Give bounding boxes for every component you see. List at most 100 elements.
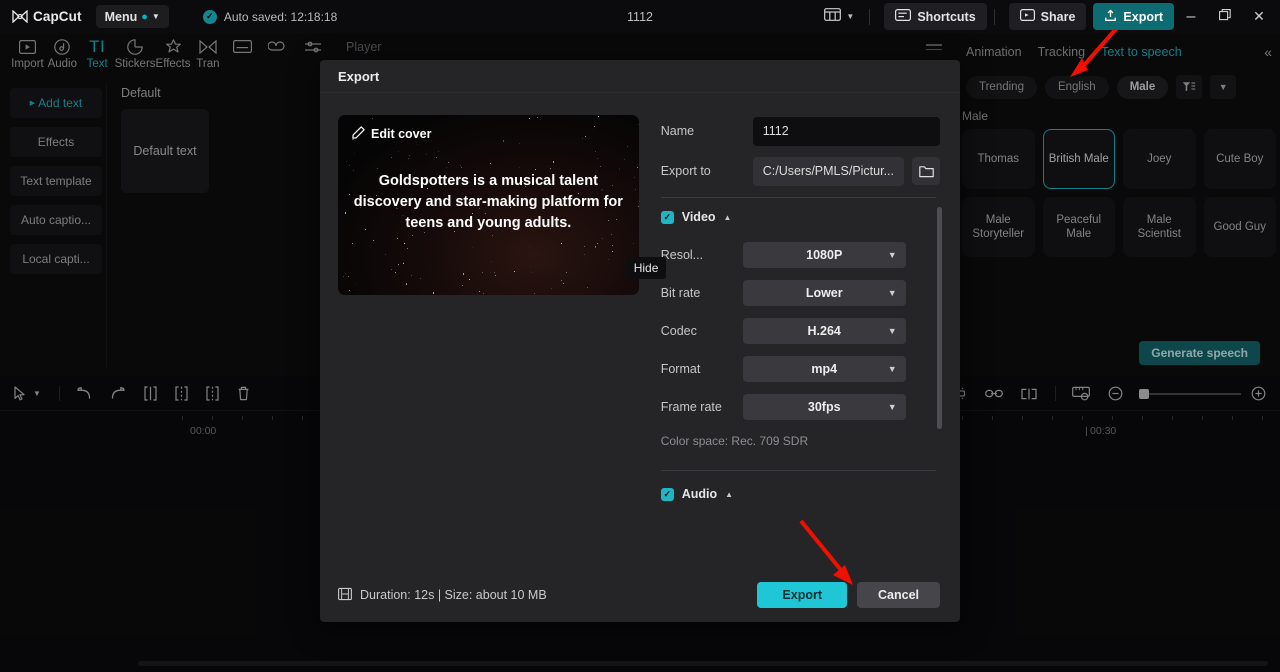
crop-split-icon[interactable]: [1021, 388, 1037, 400]
tab-audio[interactable]: Audio: [45, 33, 80, 70]
player-menu-icon[interactable]: [926, 44, 942, 50]
codec-select[interactable]: H.264 ▼: [743, 318, 906, 344]
export-dialog-title: Export: [320, 60, 960, 93]
export-form: Name 1112 Export to C:/Users/PMLS/Pictur…: [639, 115, 940, 513]
codec-value: H.264: [808, 324, 841, 338]
chevron-down-icon: ▼: [888, 364, 897, 374]
export-to-row: Export to C:/Users/PMLS/Pictur...: [661, 155, 940, 187]
hide-tooltip: Hide: [626, 257, 667, 279]
zoom-out-icon[interactable]: [1108, 386, 1123, 401]
dialog-cancel-button[interactable]: Cancel: [857, 582, 940, 608]
sidebar-item-local-captions[interactable]: Local capti...: [10, 244, 102, 274]
filters-icon: [268, 37, 287, 56]
export-button[interactable]: Export: [1093, 3, 1174, 30]
voice-card-british-male[interactable]: British Male: [1043, 129, 1116, 189]
minimize-button[interactable]: –: [1174, 0, 1208, 33]
voice-card-male-scientist[interactable]: Male Scientist: [1123, 197, 1196, 257]
timeline-horizontal-scrollbar[interactable]: [138, 661, 1268, 666]
close-button[interactable]: ✕: [1242, 0, 1276, 33]
tab-filters[interactable]: [260, 33, 295, 58]
export-path-input[interactable]: C:/Users/PMLS/Pictur...: [753, 157, 904, 186]
tab-animation[interactable]: Animation: [966, 45, 1022, 59]
delete-icon[interactable]: [237, 386, 250, 401]
voice-card-peaceful-male[interactable]: Peaceful Male: [1043, 197, 1116, 257]
voice-card-good-guy[interactable]: Good Guy: [1204, 197, 1277, 257]
shortcuts-button[interactable]: Shortcuts: [884, 3, 986, 30]
tab-captions[interactable]: [225, 33, 260, 58]
capcut-logo: CapCut: [12, 9, 82, 24]
tab-adjust[interactable]: [295, 33, 330, 58]
capcut-brand-text: CapCut: [33, 9, 82, 24]
sidebar-item-text-template[interactable]: Text template: [10, 166, 102, 196]
name-row: Name 1112: [661, 115, 940, 147]
chevron-down-icon[interactable]: ▼: [1210, 75, 1236, 99]
subnav-label: Auto captio...: [21, 213, 91, 227]
default-text-card[interactable]: Default text: [121, 109, 209, 193]
voice-card-cute-boy[interactable]: Cute Boy: [1204, 129, 1277, 189]
split-icon[interactable]: [144, 386, 157, 401]
chevron-down-icon[interactable]: ▼: [33, 389, 41, 398]
browse-folder-button[interactable]: [912, 157, 940, 185]
chip-male[interactable]: Male: [1117, 76, 1169, 99]
dialog-export-button[interactable]: Export: [757, 582, 847, 608]
framerate-select[interactable]: 30fps ▼: [743, 394, 906, 420]
music-note-icon: [54, 37, 70, 56]
layout-button[interactable]: ▼: [816, 4, 862, 30]
tab-stickers[interactable]: Stickers: [115, 33, 156, 70]
export-settings-scrollbar[interactable]: [937, 207, 942, 429]
tab-transitions[interactable]: Tran: [190, 33, 225, 70]
trim-end-icon[interactable]: [206, 386, 219, 401]
content-heading: Default: [121, 86, 324, 100]
maximize-button[interactable]: [1208, 0, 1242, 33]
framerate-value: 30fps: [808, 400, 841, 414]
chevron-up-icon[interactable]: ▲: [724, 213, 732, 222]
chip-trending[interactable]: Trending: [966, 76, 1037, 99]
share-button[interactable]: Share: [1009, 3, 1087, 30]
edit-cover-button[interactable]: Edit cover: [352, 126, 431, 142]
zoom-in-icon[interactable]: [1251, 386, 1266, 401]
bitrate-select[interactable]: Lower ▼: [743, 280, 906, 306]
select-arrow-icon[interactable]: [14, 386, 27, 401]
chevron-up-icon[interactable]: ▲: [725, 490, 733, 499]
chip-english[interactable]: English: [1045, 76, 1109, 99]
sidebar-item-effects[interactable]: Effects: [10, 127, 102, 157]
resolution-select[interactable]: 1080P ▼: [743, 242, 906, 268]
tab-tracking[interactable]: Tracking: [1038, 45, 1085, 59]
cover-preview[interactable]: Edit cover Goldspotters is a musical tal…: [338, 115, 639, 295]
voice-card-joey[interactable]: Joey: [1123, 129, 1196, 189]
bitrate-row: Bit rate Lower ▼: [661, 274, 940, 312]
keyboard-icon: [895, 9, 911, 24]
generate-speech-button[interactable]: Generate speech: [1139, 341, 1260, 365]
trim-start-icon[interactable]: [175, 386, 188, 401]
zoom-slider[interactable]: [1141, 393, 1241, 395]
link-icon[interactable]: [985, 388, 1003, 399]
name-input[interactable]: 1112: [753, 117, 940, 146]
ruler-time-label: 00:30: [1090, 425, 1116, 437]
zoom-slider-knob[interactable]: [1139, 389, 1149, 399]
format-label: Format: [661, 362, 743, 376]
voice-card-thomas[interactable]: Thomas: [962, 129, 1035, 189]
undo-icon[interactable]: [76, 387, 92, 400]
sidebar-item-add-text[interactable]: ▶ Add text: [10, 88, 102, 118]
framerate-label: Frame rate: [661, 400, 743, 414]
resolution-value: 1080P: [806, 248, 842, 262]
resolution-row: Resol... 1080P ▼: [661, 236, 940, 274]
video-checkbox[interactable]: ✓: [661, 211, 674, 224]
top-bar: CapCut Menu ● ▼ ✓ Auto saved: 12:18:18 ▼: [0, 0, 1280, 33]
divider: [869, 9, 870, 25]
tab-text-to-speech[interactable]: Text to speech: [1101, 45, 1182, 59]
format-select[interactable]: mp4 ▼: [743, 356, 906, 382]
audio-checkbox[interactable]: ✓: [661, 488, 674, 501]
tab-import[interactable]: Import: [10, 33, 45, 70]
voice-card-male-storyteller[interactable]: Male Storyteller: [962, 197, 1035, 257]
tab-effects[interactable]: Effects: [156, 33, 191, 70]
tab-text[interactable]: TI Text: [80, 33, 115, 70]
autosave-text: Auto saved: 12:18:18: [224, 10, 337, 24]
collapse-panel-icon[interactable]: «: [1264, 44, 1272, 60]
filter-icon[interactable]: [1176, 75, 1202, 99]
share-label: Share: [1041, 10, 1076, 24]
menu-button[interactable]: Menu ● ▼: [96, 5, 169, 28]
ruler-icon[interactable]: [1072, 386, 1090, 401]
sidebar-item-auto-captions[interactable]: Auto captio...: [10, 205, 102, 235]
redo-icon[interactable]: [110, 387, 126, 400]
